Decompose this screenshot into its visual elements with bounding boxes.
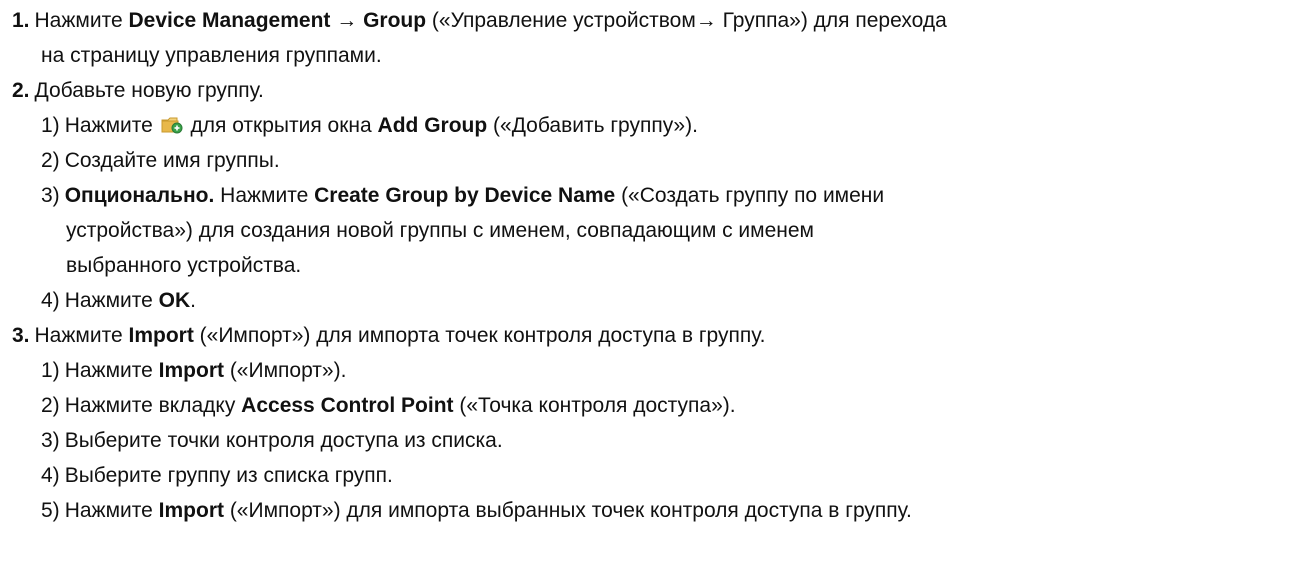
substep-text: («Импорт») для импорта выбранных точек к…	[223, 499, 912, 522]
substep-2-2: 2) Создайте имя группы.	[41, 148, 280, 174]
substep-number: 5)	[41, 499, 60, 522]
substep-text: Нажмите	[64, 289, 159, 312]
substep-number: 2)	[41, 394, 60, 417]
step-1-line-2: на страницу управления группами.	[41, 43, 382, 69]
substep-number: 2)	[41, 149, 60, 172]
substep-text: Выберите точки контроля доступа из списк…	[64, 429, 503, 452]
step-text: Добавьте новую группу.	[34, 79, 264, 102]
ok-label: OK	[158, 289, 191, 312]
substep-text: Нажмите	[64, 114, 159, 137]
step-1-line-1: 1. Нажмите Device Management → Group («Уп…	[12, 8, 947, 34]
substep-3-2: 2) Нажмите вкладку Access Control Point (…	[41, 393, 736, 419]
substep-text: Создайте имя группы.	[64, 149, 280, 172]
substep-3-1: 1) Нажмите Import («Импорт»).	[41, 358, 346, 384]
substep-number: 3)	[41, 184, 60, 207]
import-label: Import	[158, 499, 224, 522]
substep-number: 4)	[41, 289, 60, 312]
step-3-line: 3. Нажмите Import («Импорт») для импорта …	[12, 323, 765, 349]
step-number: 1.	[12, 9, 30, 32]
substep-3-3: 3) Выберите точки контроля доступа из спи…	[41, 428, 503, 454]
substep-3-5: 5) Нажмите Import («Импорт») для импорта …	[41, 498, 912, 524]
add-folder-icon	[161, 115, 183, 134]
menu-path: Device Management → Group	[128, 9, 427, 32]
window-name: Add Group	[377, 114, 488, 137]
substep-number: 4)	[41, 464, 60, 487]
substep-2-3: 3) Опционально. Нажмите Create Group by D…	[41, 183, 884, 209]
substep-2-3-line-3: выбранного устройства.	[66, 253, 301, 279]
substep-2-4: 4) Нажмите OK.	[41, 288, 196, 314]
step-text: («Управление устройством→ Группа») для п…	[426, 9, 947, 32]
step-number: 2.	[12, 79, 30, 102]
substep-text: для открытия окна	[184, 114, 378, 137]
substep-text: .	[190, 289, 196, 312]
tab-name: Access Control Point	[241, 394, 454, 417]
substep-text: выбранного устройства.	[66, 254, 302, 277]
substep-3-4: 4) Выберите группу из списка групп.	[41, 463, 393, 489]
substep-number: 3)	[41, 429, 60, 452]
substep-text: («Добавить группу»).	[487, 114, 698, 137]
substep-text: Нажмите	[64, 359, 159, 382]
step-text: Нажмите	[34, 324, 129, 347]
substep-text: («Создать группу по имени	[615, 184, 885, 207]
substep-2-1: 1) Нажмите для открытия окна Add Group («…	[41, 113, 698, 139]
substep-number: 1)	[41, 114, 60, 137]
import-label: Import	[158, 359, 224, 382]
optional-label: Опционально.	[64, 184, 215, 207]
substep-text: Нажмите	[64, 499, 159, 522]
import-label: Import	[128, 324, 194, 347]
step-2-line: 2. Добавьте новую группу.	[12, 78, 264, 104]
option-name: Create Group by Device Name	[314, 184, 616, 207]
substep-text: («Точка контроля доступа»).	[453, 394, 736, 417]
substep-2-3-line-2: устройства») для создания новой группы с…	[66, 218, 814, 244]
step-text: на страницу управления группами.	[41, 44, 382, 67]
substep-text: Выберите группу из списка групп.	[64, 464, 393, 487]
substep-text: устройства») для создания новой группы с…	[66, 219, 814, 242]
step-text: («Импорт») для импорта точек контроля до…	[193, 324, 766, 347]
substep-text: Нажмите	[214, 184, 315, 207]
step-number: 3.	[12, 324, 30, 347]
substep-text: Нажмите вкладку	[64, 394, 242, 417]
step-text: Нажмите	[34, 9, 129, 32]
substep-text: («Импорт»).	[223, 359, 347, 382]
substep-number: 1)	[41, 359, 60, 382]
